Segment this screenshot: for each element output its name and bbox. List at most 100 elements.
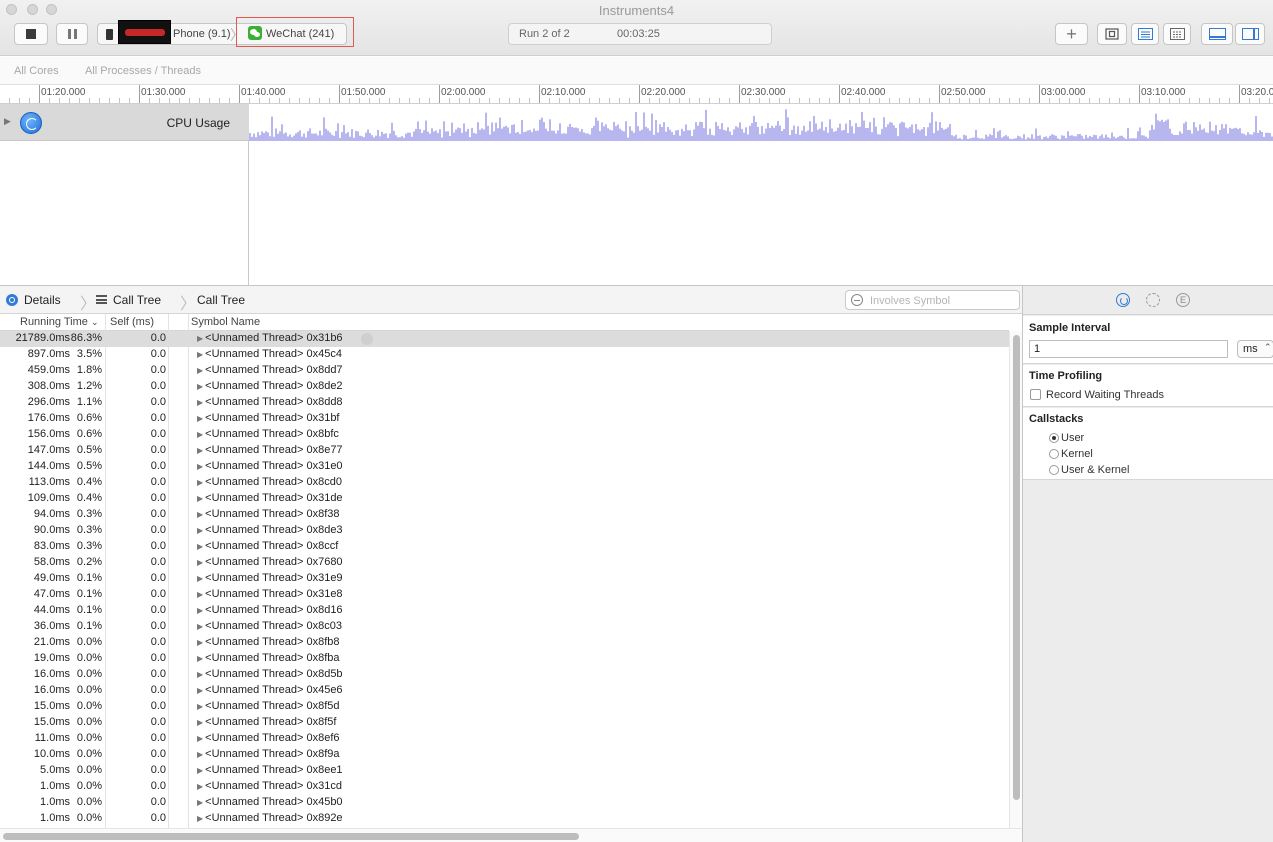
gear-icon[interactable] [1146,293,1160,307]
disclosure-triangle-icon[interactable]: ▶ [197,766,203,775]
callstack-radio[interactable] [1049,433,1059,443]
disclosure-triangle-icon[interactable]: ▶ [197,734,203,743]
table-row[interactable]: 11.0ms 0.0% 0.0 ▶ <Unnamed Thread> 0x8ef6 [0,731,1009,747]
toggle-bottom-pane-button[interactable] [1201,23,1233,45]
sample-interval-input[interactable] [1029,340,1228,358]
disclosure-triangle-icon[interactable]: ▶ [197,606,203,615]
snapshot-button[interactable] [1097,23,1127,45]
table-row[interactable]: 897.0ms 3.5% 0.0 ▶ <Unnamed Thread> 0x45c4 [0,347,1009,363]
disclosure-triangle-icon[interactable]: ▶ [197,494,203,503]
table-row[interactable]: 109.0ms 0.4% 0.0 ▶ <Unnamed Thread> 0x31de [0,491,1009,507]
symbol-name-header[interactable]: Symbol Name [191,316,260,328]
table-row[interactable]: 19.0ms 0.0% 0.0 ▶ <Unnamed Thread> 0x8fba [0,651,1009,667]
disclosure-triangle-icon[interactable]: ▶ [197,814,203,823]
callstack-radio[interactable] [1049,449,1059,459]
disclosure-triangle-icon[interactable]: ▶ [197,686,203,695]
disclosure-triangle-icon[interactable]: ▶ [197,414,203,423]
all-cores-filter[interactable]: All Cores [14,65,59,77]
call-tree-crumb[interactable]: Call Tree [113,293,161,307]
disclosure-triangle-icon[interactable]: ▶ [197,350,203,359]
disclosure-triangle-icon[interactable]: ▶ [197,430,203,439]
disclosure-triangle-icon[interactable]: ▶ [197,542,203,551]
table-row[interactable]: 83.0ms 0.3% 0.0 ▶ <Unnamed Thread> 0x8ccf [0,539,1009,555]
disclosure-triangle-icon[interactable]: ▶ [197,622,203,631]
table-row[interactable]: 16.0ms 0.0% 0.0 ▶ <Unnamed Thread> 0x45e6 [0,683,1009,699]
all-processes-filter[interactable]: All Processes / Threads [85,65,201,77]
table-row[interactable]: 94.0ms 0.3% 0.0 ▶ <Unnamed Thread> 0x8f38 [0,507,1009,523]
run-status[interactable]: Run 2 of 2 00:03:25 [508,23,772,45]
focus-arrow-icon[interactable] [361,333,373,345]
table-row[interactable]: 16.0ms 0.0% 0.0 ▶ <Unnamed Thread> 0x8d5b [0,667,1009,683]
cpu-usage-graph[interactable] [249,104,1273,141]
interval-unit-select[interactable]: ms ⌃⌄ [1237,340,1273,358]
disclosure-triangle-icon[interactable]: ▶ [197,750,203,759]
disclosure-triangle-icon[interactable]: ▶ [197,558,203,567]
table-row[interactable]: 10.0ms 0.0% 0.0 ▶ <Unnamed Thread> 0x8f9a [0,747,1009,763]
disclosure-triangle-icon[interactable]: ▶ [197,702,203,711]
disclosure-triangle-icon[interactable]: ▶ [197,654,203,663]
toggle-inspector-button[interactable] [1235,23,1265,45]
extended-detail-button[interactable] [1163,23,1191,45]
table-row[interactable]: 49.0ms 0.1% 0.0 ▶ <Unnamed Thread> 0x31e9 [0,571,1009,587]
disclosure-triangle-icon[interactable]: ▶ [197,478,203,487]
table-row[interactable]: 147.0ms 0.5% 0.0 ▶ <Unnamed Thread> 0x8e77 [0,443,1009,459]
table-row[interactable]: 47.0ms 0.1% 0.0 ▶ <Unnamed Thread> 0x31e8 [0,587,1009,603]
disclosure-triangle-icon[interactable]: ▶ [197,334,203,343]
involves-symbol-search[interactable] [845,290,1020,310]
disclosure-triangle-icon[interactable]: ▶ [197,398,203,407]
table-row[interactable]: 58.0ms 0.2% 0.0 ▶ <Unnamed Thread> 0x7680 [0,555,1009,571]
horizontal-scroll-thumb[interactable] [3,833,579,840]
callstack-radio[interactable] [1049,465,1059,475]
table-row[interactable]: 21789.0ms 86.3% 0.0 ▶ <Unnamed Thread> 0x31b… [0,331,1009,347]
add-instrument-button[interactable]: + [1055,23,1088,45]
record-settings-icon[interactable] [1116,293,1130,307]
disclosure-triangle-icon[interactable]: ▶ [197,526,203,535]
horizontal-scrollbar[interactable] [0,828,1022,842]
self-header[interactable]: Self (ms) [110,316,154,328]
details-crumb[interactable]: Details [24,293,61,307]
disclosure-triangle-icon[interactable]: ▶ [197,798,203,807]
table-row[interactable]: 15.0ms 0.0% 0.0 ▶ <Unnamed Thread> 0x8f5d [0,699,1009,715]
stop-recording-button[interactable] [14,23,48,45]
disclosure-triangle-icon[interactable]: ▶ [197,670,203,679]
disclosure-triangle-icon[interactable]: ▶ [197,718,203,727]
detail-view-button[interactable] [1131,23,1159,45]
involves-symbol-input[interactable] [870,293,1015,308]
table-row[interactable]: 296.0ms 1.1% 0.0 ▶ <Unnamed Thread> 0x8dd8 [0,395,1009,411]
table-row[interactable]: 176.0ms 0.6% 0.0 ▶ <Unnamed Thread> 0x31bf [0,411,1009,427]
vertical-scroll-thumb[interactable] [1013,335,1020,800]
running-time-header[interactable]: Running Time ⌄ [20,316,98,328]
table-row[interactable]: 459.0ms 1.8% 0.0 ▶ <Unnamed Thread> 0x8dd7 [0,363,1009,379]
table-row[interactable]: 1.0ms 0.0% 0.0 ▶ <Unnamed Thread> 0x892e [0,811,1009,827]
disclosure-triangle-icon[interactable]: ▶ [197,510,203,519]
cpu-usage-track-header[interactable]: ▶ CPU Usage [0,104,249,141]
disclosure-triangle-icon[interactable]: ▶ [197,366,203,375]
vertical-scrollbar[interactable] [1009,331,1022,828]
pause-recording-button[interactable] [56,23,88,45]
record-waiting-threads-checkbox[interactable] [1030,389,1041,400]
disclosure-triangle-icon[interactable]: ▶ [197,782,203,791]
call-tree-crumb-current[interactable]: Call Tree [197,293,245,307]
table-row[interactable]: 156.0ms 0.6% 0.0 ▶ <Unnamed Thread> 0x8bfc [0,427,1009,443]
disclosure-triangle-icon[interactable]: ▶ [197,590,203,599]
disclosure-triangle-icon[interactable]: ▶ [197,574,203,583]
disclosure-triangle-icon[interactable]: ▶ [197,462,203,471]
table-row[interactable]: 1.0ms 0.0% 0.0 ▶ <Unnamed Thread> 0x45b0 [0,795,1009,811]
table-row[interactable]: 15.0ms 0.0% 0.0 ▶ <Unnamed Thread> 0x8f5f [0,715,1009,731]
disclosure-triangle-icon[interactable]: ▶ [197,446,203,455]
table-row[interactable]: 21.0ms 0.0% 0.0 ▶ <Unnamed Thread> 0x8fb8 [0,635,1009,651]
table-row[interactable]: 1.0ms 0.0% 0.0 ▶ <Unnamed Thread> 0x31cd [0,779,1009,795]
table-row[interactable]: 113.0ms 0.4% 0.0 ▶ <Unnamed Thread> 0x8cd0 [0,475,1009,491]
disclosure-triangle-icon[interactable]: ▶ [197,382,203,391]
cpu-sample-bar [1077,134,1079,141]
table-row[interactable]: 144.0ms 0.5% 0.0 ▶ <Unnamed Thread> 0x31e0 [0,459,1009,475]
table-row[interactable]: 90.0ms 0.3% 0.0 ▶ <Unnamed Thread> 0x8de3 [0,523,1009,539]
timeline-ruler[interactable]: 01:20.000 01:30.000 01:40.000 01:50.000 02:0… [0,85,1273,104]
table-row[interactable]: 44.0ms 0.1% 0.0 ▶ <Unnamed Thread> 0x8d16 [0,603,1009,619]
table-row[interactable]: 5.0ms 0.0% 0.0 ▶ <Unnamed Thread> 0x8ee1 [0,763,1009,779]
table-row[interactable]: 36.0ms 0.1% 0.0 ▶ <Unnamed Thread> 0x8c03 [0,619,1009,635]
disclosure-triangle-icon[interactable]: ▶ [197,638,203,647]
table-row[interactable]: 308.0ms 1.2% 0.0 ▶ <Unnamed Thread> 0x8de2 [0,379,1009,395]
extended-detail-icon[interactable]: E [1176,293,1190,307]
disclosure-triangle-icon[interactable]: ▶ [4,116,11,127]
